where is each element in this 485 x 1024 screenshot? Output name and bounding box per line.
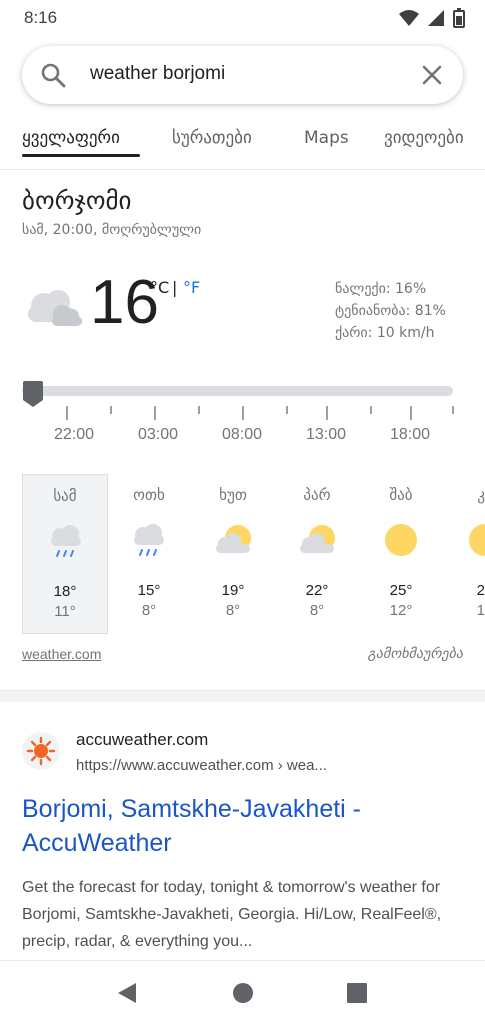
day-low: 11° [54, 603, 76, 620]
tick-minor [286, 406, 288, 414]
search-input[interactable]: weather borjomi [90, 63, 225, 85]
tick-minor [198, 406, 200, 414]
day-high: 22° [305, 582, 329, 599]
day-high: 26 [476, 582, 485, 599]
section-divider [0, 690, 485, 702]
result-snippet: Get the forecast for today, tonight & to… [22, 879, 442, 950]
weather-subtitle: სამ, 20:00, მოღრუბლული [22, 222, 202, 238]
result-title-link[interactable]: Borjomi, Samtskhe-Javakheti - AccuWeathe… [22, 792, 462, 860]
site-favicon [22, 732, 60, 770]
day-card-thu[interactable]: ხუთ 19° 8° [190, 474, 276, 634]
tab-maps[interactable]: Maps [304, 128, 349, 148]
day-low: 12° [389, 602, 413, 619]
search-tabs: ყველაფერი სურათები Maps ვიდეოები [0, 118, 485, 170]
precipitation: ნალექი: 16% [335, 281, 427, 297]
tick-major [242, 406, 244, 420]
hour-label: 22:00 [53, 426, 95, 443]
hour-label: 13:00 [305, 426, 347, 443]
partly-sunny-icon [300, 525, 335, 553]
status-bar: 8:16 [0, 0, 485, 36]
battery-icon [453, 8, 465, 28]
cloudy-icon [28, 290, 82, 326]
day-high: 18° [53, 583, 77, 600]
rain-icon [51, 525, 81, 557]
unit-separator: | [172, 278, 178, 297]
timeline-slider[interactable] [22, 386, 453, 396]
tick-minor [110, 406, 112, 414]
tick-major [326, 406, 328, 420]
home-icon[interactable] [232, 981, 254, 1005]
day-card-tue[interactable]: სამ 18° 11° [22, 474, 108, 634]
tab-all[interactable]: ყველაფერი [22, 128, 120, 148]
tab-images[interactable]: სურათები [172, 128, 252, 148]
day-low: 8° [309, 602, 325, 619]
day-low: 13 [476, 602, 485, 619]
day-name: კვ [477, 486, 485, 504]
day-name: სამ [53, 487, 77, 505]
day-high: 15° [137, 582, 161, 599]
recents-icon[interactable] [346, 981, 368, 1005]
wifi-icon [399, 10, 419, 26]
tick-major [66, 406, 68, 420]
tick-major [154, 406, 156, 420]
hour-label: 03:00 [137, 426, 179, 443]
status-time: 8:16 [24, 8, 58, 27]
search-icon[interactable] [40, 62, 66, 88]
unit-fahrenheit[interactable]: °F [183, 278, 200, 297]
day-name: ხუთ [219, 486, 247, 504]
day-name: შაბ [389, 486, 413, 504]
weather-location: ბორჯომი [22, 186, 132, 215]
back-icon[interactable] [116, 981, 138, 1005]
unit-celsius[interactable]: °C [150, 278, 169, 297]
search-bar[interactable]: weather borjomi [22, 46, 463, 104]
day-card-sun[interactable]: კვ 26 13 [442, 474, 485, 634]
tick-minor [452, 406, 454, 414]
result-url[interactable]: https://www.accuweather.com › wea... [76, 757, 327, 774]
tick-minor [370, 406, 372, 414]
status-icons [399, 8, 465, 28]
partly-sunny-icon [216, 525, 251, 553]
day-high: 25° [389, 582, 413, 599]
tab-videos[interactable]: ვიდეოები [384, 128, 464, 148]
day-card-sat[interactable]: შაბ 25° 12° [358, 474, 444, 634]
day-card-wed[interactable]: ოთხ 15° 8° [106, 474, 192, 634]
humidity: ტენიანობა: 81% [335, 303, 446, 319]
close-icon[interactable] [421, 64, 443, 86]
day-name: პარ [303, 486, 331, 504]
sun-icon [385, 524, 417, 556]
day-name: ოთხ [133, 486, 165, 504]
rain-icon [134, 524, 164, 556]
current-temperature: 16 [90, 268, 159, 337]
signal-icon [428, 10, 444, 26]
sun-icon [469, 524, 485, 556]
system-nav-bar [0, 960, 485, 1024]
day-low: 8° [225, 602, 241, 619]
weather-source-link[interactable]: weather.com [22, 646, 101, 662]
hour-label: 18:00 [389, 426, 431, 443]
slider-handle[interactable] [22, 380, 44, 408]
result-site-name: accuweather.com [76, 730, 209, 749]
day-high: 19° [221, 582, 245, 599]
hour-label: 08:00 [221, 426, 263, 443]
sun-logo-icon [26, 736, 56, 766]
tick-major [410, 406, 412, 420]
wind: ქარი: 10 km/h [335, 325, 435, 341]
active-tab-indicator [22, 154, 140, 157]
day-card-fri[interactable]: პარ 22° 8° [274, 474, 360, 634]
feedback-link[interactable]: გამოხმაურება [368, 646, 463, 662]
weather-details: ნალექი: 16% ტენიანობა: 81% ქარი: 10 km/h [335, 278, 446, 344]
day-low: 8° [141, 602, 157, 619]
